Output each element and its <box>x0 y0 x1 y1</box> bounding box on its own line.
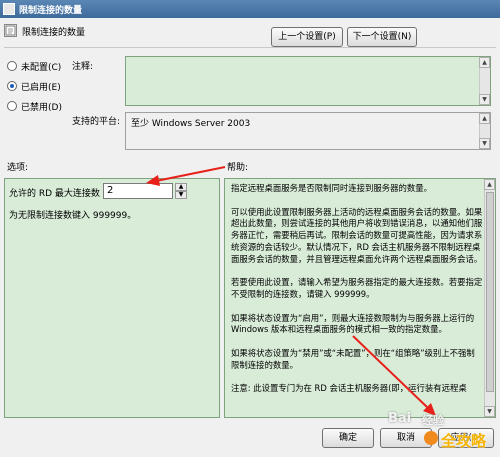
watermark-jingyan: 经验 <box>422 414 444 427</box>
arrow-to-apply <box>352 335 429 409</box>
arrow-head-icon <box>146 175 160 186</box>
watermark-logo-icon <box>424 431 438 445</box>
watermark-quangonglue: 全攻略 <box>441 432 487 450</box>
arrow-to-input <box>155 166 226 182</box>
watermark-bai: Bai <box>388 411 412 426</box>
annotation-arrows <box>146 166 436 416</box>
